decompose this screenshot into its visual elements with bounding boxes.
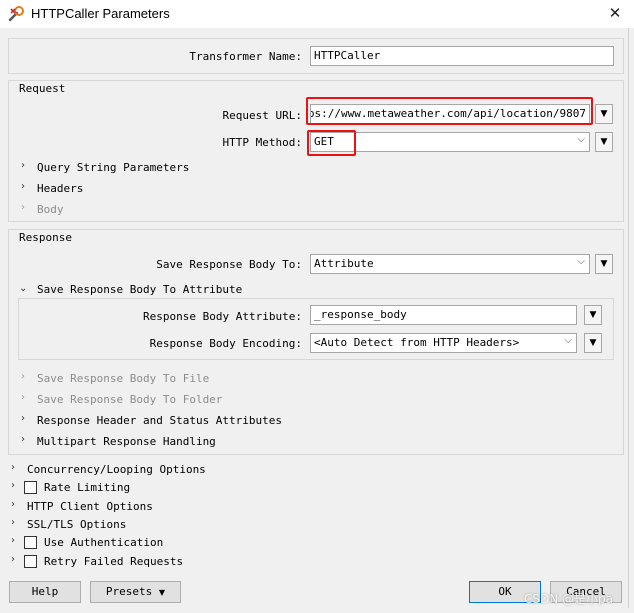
close-icon: ✕ xyxy=(608,4,622,22)
chevron-right-icon: › xyxy=(21,413,25,424)
chevron-right-icon: › xyxy=(11,499,15,510)
chevron-right-icon: › xyxy=(11,462,15,473)
http-method-menu-button[interactable]: ▼ xyxy=(595,132,613,152)
response-body-encoding-label: Response Body Encoding: xyxy=(149,337,302,350)
triangle-down-icon: ▼ xyxy=(589,338,597,348)
presets-button[interactable]: Presets ▼ xyxy=(90,581,181,603)
retry-checkbox[interactable] xyxy=(24,555,37,568)
query-string-label: Query String Parameters xyxy=(37,161,190,174)
http-client-label: HTTP Client Options xyxy=(27,500,153,513)
response-body-encoding-value: <Auto Detect from HTTP Headers> xyxy=(314,336,520,349)
chevron-right-icon: › xyxy=(11,535,15,546)
save-to-folder-label: Save Response Body To Folder xyxy=(37,393,223,406)
ok-label: OK xyxy=(498,585,512,598)
rate-limiting-checkbox[interactable] xyxy=(24,481,37,494)
chevron-right-icon: › xyxy=(21,202,25,213)
chevron-down-icon: ⌵ xyxy=(577,256,585,267)
response-header-label: Response Header and Status Attributes xyxy=(37,414,283,427)
response-body-attribute-label: Response Body Attribute: xyxy=(143,310,302,323)
url-highlight-box xyxy=(306,97,593,125)
chevron-down-icon: ⌵ xyxy=(577,134,585,145)
save-response-to-select[interactable]: Attribute ⌵ xyxy=(310,254,590,274)
window-title: HTTPCaller Parameters xyxy=(31,6,170,21)
transformer-name-label: Transformer Name: xyxy=(189,50,302,63)
response-section-label: Response xyxy=(19,231,72,244)
chevron-right-icon: › xyxy=(21,160,25,171)
presets-label: Presets xyxy=(105,585,153,598)
chevron-right-icon: › xyxy=(21,371,25,382)
wrench-icon xyxy=(8,6,24,22)
chevron-right-icon: › xyxy=(11,554,15,565)
response-body-encoding-menu-button[interactable]: ▼ xyxy=(584,333,602,353)
retry-label: Retry Failed Requests xyxy=(44,555,184,568)
chevron-right-icon: › xyxy=(21,181,25,192)
triangle-down-icon: ▼ xyxy=(158,588,166,597)
request-url-menu-button[interactable]: ▼ xyxy=(595,104,613,124)
response-body-encoding-select[interactable]: <Auto Detect from HTTP Headers> ⌵ xyxy=(310,333,577,353)
authentication-checkbox[interactable] xyxy=(24,536,37,549)
watermark: CSDN @是小pa xyxy=(524,592,613,606)
chevron-right-icon: › xyxy=(11,517,15,528)
concurrency-label: Concurrency/Looping Options xyxy=(27,463,206,476)
authentication-label: Use Authentication xyxy=(44,536,164,549)
scrollbar-edge[interactable] xyxy=(628,28,629,608)
multipart-label: Multipart Response Handling xyxy=(37,435,216,448)
chevron-right-icon: › xyxy=(21,392,25,403)
save-response-to-menu-button[interactable]: ▼ xyxy=(595,254,613,274)
rate-limiting-label: Rate Limiting xyxy=(44,481,131,494)
chevron-right-icon: › xyxy=(21,434,25,445)
help-button[interactable]: Help xyxy=(9,581,81,603)
help-label: Help xyxy=(31,585,59,598)
save-response-to-value: Attribute xyxy=(314,257,374,270)
method-highlight-box xyxy=(307,130,356,156)
headers-label: Headers xyxy=(37,182,84,195)
triangle-down-icon: ▼ xyxy=(600,137,608,147)
save-response-to-label: Save Response Body To: xyxy=(156,258,302,271)
close-button[interactable]: ✕ xyxy=(604,3,626,23)
triangle-down-icon: ▼ xyxy=(589,310,597,320)
save-to-file-label: Save Response Body To File xyxy=(37,372,210,385)
chevron-down-icon: ⌵ xyxy=(564,335,572,346)
body-label: Body xyxy=(37,203,64,216)
chevron-right-icon: › xyxy=(11,480,15,491)
transformer-name-input[interactable]: HTTPCaller xyxy=(310,46,614,66)
http-method-label: HTTP Method: xyxy=(222,136,302,149)
request-section-label: Request xyxy=(19,82,66,95)
attribute-group-label: Save Response Body To Attribute xyxy=(37,283,243,296)
triangle-down-icon: ▼ xyxy=(600,259,608,269)
chevron-down-icon: ⌄ xyxy=(19,283,28,294)
response-body-attribute-input[interactable]: _response_body xyxy=(310,305,577,325)
ssl-tls-label: SSL/TLS Options xyxy=(27,518,127,531)
triangle-down-icon: ▼ xyxy=(600,109,608,119)
title-bar: HTTPCaller Parameters ✕ xyxy=(0,0,634,28)
response-body-attribute-menu-button[interactable]: ▼ xyxy=(584,305,602,325)
request-url-label: Request URL: xyxy=(222,109,302,122)
